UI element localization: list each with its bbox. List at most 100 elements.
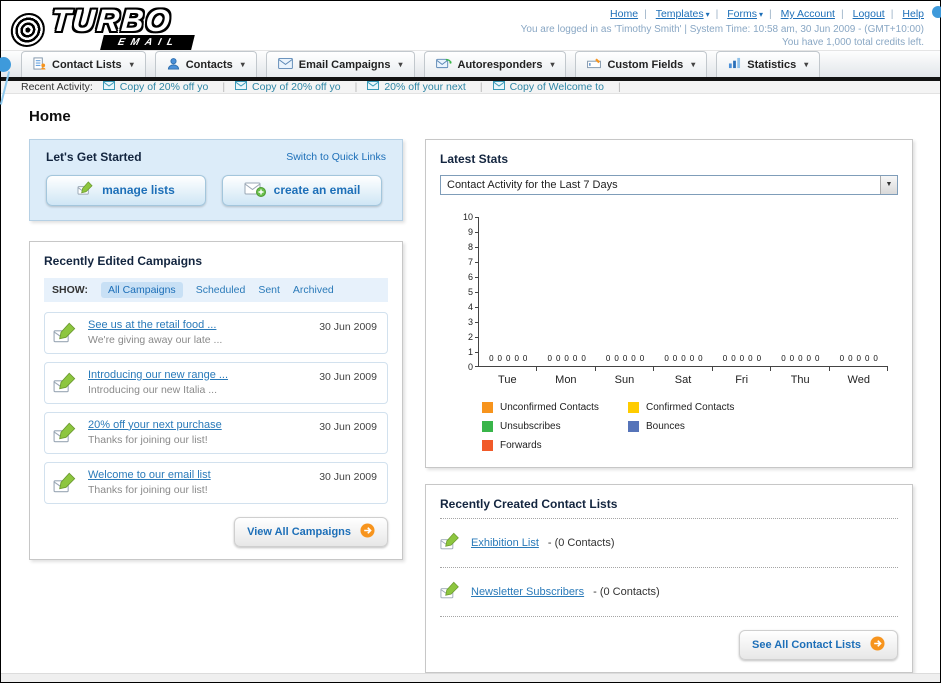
envelope-pencil-icon — [440, 532, 462, 554]
bar-value-label: 0 — [815, 353, 820, 363]
bar-value-label: 0 — [689, 353, 695, 363]
top-link-home[interactable]: Home — [610, 8, 638, 20]
campaign-title-link[interactable]: Welcome to our email list — [88, 469, 211, 481]
campaign-row[interactable]: 20% off your next purchase Thanks for jo… — [44, 411, 388, 454]
y-axis-label: 5 — [467, 286, 473, 297]
filter-all-campaigns[interactable]: All Campaigns — [100, 281, 183, 298]
contact-list-item[interactable]: Newsletter Subscribers - (0 Contacts) — [440, 575, 898, 609]
get-started-title: Let's Get Started — [46, 149, 142, 164]
show-label: SHOW: — [52, 283, 88, 296]
bar-value-label: 0 — [698, 353, 703, 363]
y-axis-label: 0 — [467, 361, 473, 372]
bar-value-label: 0 — [631, 353, 636, 363]
switch-quick-links-link[interactable]: Switch to Quick Links — [286, 151, 386, 163]
bar-value-label: 0 — [748, 353, 753, 363]
app-logo[interactable]: TURBO EMAIL — [9, 3, 195, 50]
campaign-row[interactable]: See us at the retail food ... We're givi… — [44, 311, 388, 354]
filter-archived[interactable]: Archived — [293, 284, 334, 296]
bar-value-label: 0 — [739, 353, 745, 363]
campaign-title-link[interactable]: See us at the retail food ... — [88, 319, 216, 331]
manage-lists-button[interactable]: manage lists — [46, 174, 206, 206]
chevron-down-icon: ▾ — [759, 10, 764, 19]
tab-custom-fields[interactable]: Custom Fields ▾ — [575, 51, 708, 77]
bar-value-label: 0 — [722, 353, 728, 363]
campaign-date: 30 Jun 2009 — [319, 320, 377, 333]
bar-value-label: 0 — [731, 353, 736, 363]
tab-statistics[interactable]: Statistics ▾ — [716, 51, 821, 77]
button-label: See All Contact Lists — [751, 638, 861, 651]
latest-stats-panel: Latest Stats Contact Activity for the La… — [425, 138, 913, 468]
tab-label: Contacts — [185, 58, 233, 71]
bar-value-label: 0 — [798, 353, 803, 363]
chevron-down-icon: ▾ — [691, 60, 696, 69]
campaign-list: See us at the retail food ... We're givi… — [44, 311, 388, 504]
chart-x-labels: Tue Mon Sun Sat Fri Thu Wed — [478, 374, 888, 386]
legend-swatch — [628, 401, 639, 413]
top-link-help[interactable]: Help — [902, 8, 924, 20]
header-right: Home Templates▾ Forms▾ My Account Logout… — [521, 5, 924, 50]
bar-value-label: 0 — [639, 353, 645, 363]
tab-label: Contact Lists — [52, 58, 122, 71]
chart-group: 00000 — [537, 217, 597, 371]
filter-scheduled[interactable]: Scheduled — [196, 284, 246, 296]
campaign-row[interactable]: Welcome to our email list Thanks for joi… — [44, 461, 388, 504]
bar-value-label: 0 — [564, 353, 569, 363]
create-email-button[interactable]: create an email — [222, 174, 382, 206]
button-label: View All Campaigns — [247, 525, 351, 538]
view-all-campaigns-button[interactable]: View All Campaigns — [234, 516, 388, 547]
pencil-icon — [77, 181, 94, 199]
y-axis-label: 1 — [467, 346, 473, 357]
envelope-pencil-icon — [53, 372, 79, 397]
recent-activity-item[interactable]: 20% off your next — [367, 80, 482, 93]
campaign-title-link[interactable]: 20% off your next purchase — [88, 419, 222, 431]
chart-group: 00000 — [713, 217, 772, 371]
top-link-forms[interactable]: Forms — [727, 8, 757, 20]
envelope-icon — [235, 80, 248, 93]
chart-plot: 10 9 8 7 6 5 4 3 2 1 0 0 0 0 0 0 0 0 0 0 0 0 0 0 0 0 0 0 0 0 0 0 0 0 0 0 0 0 0… — [463, 212, 889, 372]
legend-item: Bounces — [628, 420, 774, 432]
arrow-right-icon — [870, 636, 885, 654]
bar-value-label: 0 — [873, 353, 878, 363]
campaign-subtitle: We're giving away our late ... — [88, 333, 223, 346]
credits-info: You have 1,000 total credits left. — [782, 37, 924, 48]
contact-lists-icon — [33, 56, 46, 73]
legend-label: Unconfirmed Contacts — [500, 401, 599, 413]
contact-list-link[interactable]: Exhibition List — [471, 537, 539, 549]
contact-lists-panel-title: Recently Created Contact Lists — [440, 496, 618, 511]
x-axis-label: Tue — [498, 373, 517, 386]
legend-swatch — [482, 439, 493, 451]
bar-value-label: 0 — [681, 353, 686, 363]
select-value: Contact Activity for the Last 7 Days — [447, 178, 618, 191]
campaign-subtitle: Introducing our new Italia ... — [88, 383, 217, 396]
filter-sent[interactable]: Sent — [258, 284, 280, 296]
top-link-templates[interactable]: Templates — [656, 8, 704, 20]
campaign-date: 30 Jun 2009 — [319, 370, 377, 383]
tab-contact-lists[interactable]: Contact Lists ▾ — [21, 51, 146, 77]
stats-period-select[interactable]: Contact Activity for the Last 7 Days ▼ — [440, 174, 898, 195]
y-axis-label: 9 — [467, 226, 473, 237]
campaign-row[interactable]: Introducing our new range ... Introducin… — [44, 361, 388, 404]
tab-contacts[interactable]: Contacts ▾ — [154, 51, 257, 77]
tab-label: Email Campaigns — [298, 58, 391, 71]
legend-swatch — [628, 420, 639, 432]
see-all-contact-lists-button[interactable]: See All Contact Lists — [738, 629, 898, 660]
left-column: Let's Get Started Switch to Quick Links … — [29, 138, 403, 560]
recent-activity-item[interactable]: Copy of Welcome to — [492, 80, 621, 93]
contact-list-link[interactable]: Newsletter Subscribers — [471, 586, 584, 598]
recent-activity-item[interactable]: Copy of 20% off yo — [235, 80, 357, 93]
x-axis-label: Thu — [790, 373, 810, 386]
x-axis-label: Sat — [674, 373, 692, 386]
logo-title: TURBO — [50, 3, 173, 38]
top-link-logout[interactable]: Logout — [853, 8, 885, 20]
campaign-title-link[interactable]: Introducing our new range ... — [88, 369, 228, 381]
tab-autoresponders[interactable]: Autoresponders ▾ — [423, 51, 567, 77]
autoresponder-icon — [435, 57, 452, 72]
callout-dot-icon — [932, 6, 941, 18]
recent-activity-item[interactable]: Copy of 20% off yo — [102, 80, 225, 93]
campaign-subtitle: Thanks for joining our list! — [88, 483, 208, 496]
top-link-my-account[interactable]: My Account — [781, 8, 835, 20]
contact-list-item[interactable]: Exhibition List - (0 Contacts) — [440, 526, 898, 560]
chart-group: 00000 — [654, 217, 714, 371]
chevron-down-icon: ▾ — [705, 10, 710, 19]
tab-email-campaigns[interactable]: Email Campaigns ▾ — [265, 51, 415, 77]
